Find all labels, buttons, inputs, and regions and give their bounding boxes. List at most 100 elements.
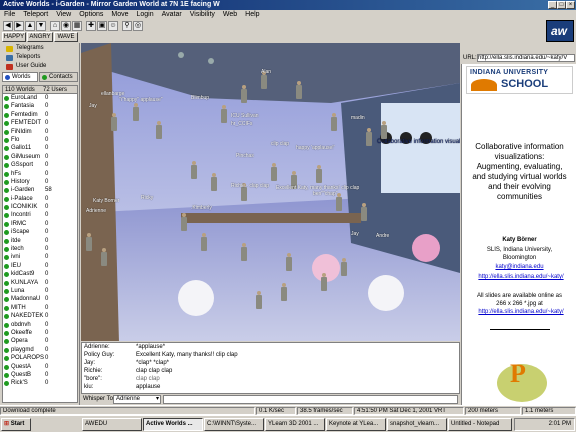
avatar-figure[interactable] — [221, 105, 227, 123]
task-notepad[interactable]: Untitled - Notepad — [448, 418, 512, 431]
avatar-figure[interactable] — [296, 81, 302, 99]
nav-telegrams[interactable]: Telegrams — [16, 45, 44, 51]
tab-contacts[interactable]: Contacts — [39, 72, 78, 82]
world-list-item[interactable]: Opera 0 — [3, 337, 77, 345]
world-list-item[interactable]: iScape 0 — [3, 228, 77, 236]
world-count-header[interactable]: 110 Worlds — [5, 86, 35, 94]
web-link-2[interactable]: http://ella.slis.indiana.edu/~katy/ — [466, 309, 576, 315]
world-list-item[interactable]: IEU 0 — [3, 262, 77, 270]
world-list-item[interactable]: Flo 0 — [3, 136, 77, 144]
world-list[interactable]: 110 Worlds 72 Users EuroLand 0 Fantasia 0 Fe… — [2, 85, 78, 403]
nav-teleports[interactable]: Teleports — [16, 54, 40, 60]
avatar-figure[interactable] — [181, 213, 187, 231]
avatar-figure[interactable] — [321, 273, 327, 291]
globe-icon[interactable]: ◎ — [133, 21, 143, 31]
world-list-item[interactable]: History 0 — [3, 178, 77, 186]
world-list-item[interactable]: EuroLand 0 — [3, 94, 77, 102]
avatar-figure[interactable] — [191, 161, 197, 179]
avatar-figure[interactable] — [86, 233, 92, 251]
world-list-item[interactable]: i-Garden 58 — [3, 186, 77, 194]
forward-icon[interactable]: ▶ — [14, 21, 24, 31]
people-icon[interactable]: ☺ — [108, 21, 118, 31]
minimize-button[interactable]: _ — [548, 1, 557, 9]
up-icon[interactable]: ▲ — [25, 21, 35, 31]
menu-teleport[interactable]: Teleport — [23, 11, 48, 18]
avatar-figure[interactable] — [111, 113, 117, 131]
world-list-item[interactable]: obdnvh 0 — [3, 321, 77, 329]
world-list-item[interactable]: IRMC 0 — [3, 220, 77, 228]
web-link-1[interactable]: http://ella.slis.indiana.edu/~katy/ — [466, 274, 576, 280]
world-list-item[interactable]: MITH 0 — [3, 304, 77, 312]
menu-move[interactable]: Move — [111, 11, 128, 18]
close-button[interactable]: × — [566, 1, 575, 9]
avatar-figure[interactable] — [331, 113, 337, 131]
teleport-icon[interactable]: ✚ — [86, 21, 96, 31]
whisper-select[interactable]: Adrienne ▾ — [113, 395, 161, 404]
world-list-item[interactable]: Fantasia 0 — [3, 102, 77, 110]
map-icon[interactable]: ▦ — [72, 21, 82, 31]
chat-log[interactable]: Adrienne: *applause* Policy Guy: Excellent … — [81, 342, 460, 394]
world-list-item[interactable]: MadonnaU 0 — [3, 295, 77, 303]
world-list-item[interactable]: playgmd 0 — [3, 346, 77, 354]
avatar-figure[interactable] — [256, 291, 262, 309]
world-list-item[interactable]: hFs 0 — [3, 170, 77, 178]
start-button[interactable]: ⊞ Start — [1, 418, 31, 431]
maximize-button[interactable]: □ — [557, 1, 566, 9]
gesture-happy-button[interactable]: HAPPY — [2, 32, 26, 42]
back-icon[interactable]: ◀ — [3, 21, 13, 31]
avatar-figure[interactable] — [156, 121, 162, 139]
avatar-figure[interactable] — [281, 283, 287, 301]
world-list-item[interactable]: Incontri 0 — [3, 211, 77, 219]
gesture-angry-button[interactable]: ANGRY — [27, 32, 53, 42]
world-list-item[interactable]: itde 0 — [3, 237, 77, 245]
menu-visibility[interactable]: Visibility — [190, 11, 215, 18]
url-input[interactable]: http://ella.slis.indiana.edu/~katy/V — [477, 54, 575, 62]
avatar-figure[interactable] — [271, 163, 277, 181]
tab-worlds[interactable]: Worlds — [2, 72, 38, 82]
world-list-item[interactable]: Gallo11 0 — [3, 144, 77, 152]
world-list-item[interactable]: NAKEDTEK 0 — [3, 312, 77, 320]
task-ylearn[interactable]: YLearn 3D 2001 ... — [265, 418, 325, 431]
world-list-item[interactable]: kidCast9 0 — [3, 270, 77, 278]
world-list-item[interactable]: KUNLAYA 0 — [3, 279, 77, 287]
avatar-figure[interactable] — [241, 85, 247, 103]
avatar-figure[interactable] — [286, 253, 292, 271]
chat-input[interactable] — [163, 395, 458, 404]
world-list-item[interactable]: Luna 0 — [3, 287, 77, 295]
menu-view[interactable]: View — [56, 11, 71, 18]
gesture-wave-button[interactable]: WAVE — [54, 32, 78, 42]
avatar-figure[interactable] — [341, 258, 347, 276]
avatar-figure[interactable] — [361, 203, 367, 221]
world-list-item[interactable]: Okeeffe 0 — [3, 329, 77, 337]
world-list-item[interactable]: itech 0 — [3, 245, 77, 253]
world-list-item[interactable]: QuestA 0 — [3, 363, 77, 371]
avatar-figure[interactable] — [201, 233, 207, 251]
world-list-item[interactable]: GiMuseum 0 — [3, 153, 77, 161]
task-winnt[interactable]: C:\WINNT\Syste... — [204, 418, 264, 431]
world-list-item[interactable]: GSsport 0 — [3, 161, 77, 169]
avatar-figure[interactable] — [133, 103, 139, 121]
world-list-item[interactable]: Rick'S 0 — [3, 379, 77, 387]
world-list-item[interactable]: Femtedim 0 — [3, 111, 77, 119]
menu-web[interactable]: Web — [223, 11, 237, 18]
world-list-item[interactable]: i-Palace 0 — [3, 195, 77, 203]
camera-icon[interactable]: ◉ — [61, 21, 71, 31]
user-count-header[interactable]: 72 Users — [43, 86, 67, 94]
menu-options[interactable]: Options — [79, 11, 103, 18]
task-active-worlds[interactable]: Active Worlds ... — [143, 418, 203, 431]
3d-viewport[interactable]: Collaborative information visualizations… — [81, 43, 460, 341]
web-email-link[interactable]: katy@indiana.edu — [472, 264, 567, 270]
task-keynote[interactable]: Keynote at YLea... — [326, 418, 386, 431]
search-icon[interactable]: ⚲ — [122, 21, 132, 31]
menu-file[interactable]: File — [4, 11, 15, 18]
avatar-figure[interactable] — [101, 248, 107, 266]
down-icon[interactable]: ▼ — [36, 21, 46, 31]
home-icon[interactable]: ⌂ — [50, 21, 60, 31]
avatar-figure[interactable] — [366, 128, 372, 146]
world-list-item[interactable]: FEMTEDIT 0 — [3, 119, 77, 127]
avatar-figure[interactable] — [241, 243, 247, 261]
menu-help[interactable]: Help — [245, 11, 259, 18]
task-snapshot[interactable]: snapshot_vlearn... — [387, 418, 447, 431]
avatar-figure[interactable] — [316, 165, 322, 183]
task-awedu[interactable]: AWEDU — [82, 418, 142, 431]
